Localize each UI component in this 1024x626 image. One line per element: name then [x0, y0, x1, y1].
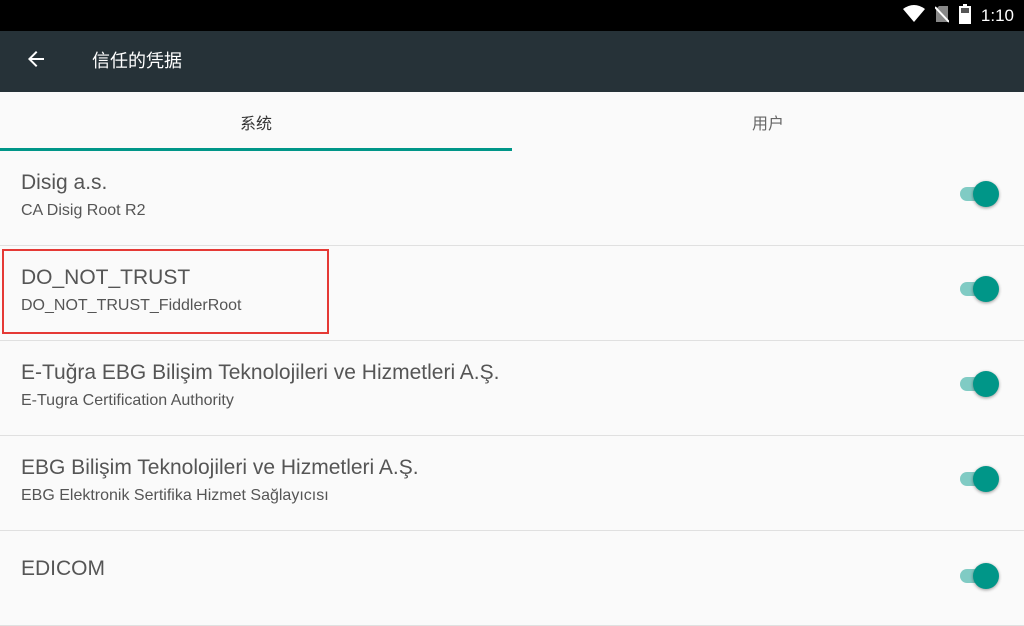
cert-toggle[interactable]: [960, 563, 999, 589]
cert-toggle[interactable]: [960, 466, 999, 492]
back-button[interactable]: [18, 43, 54, 79]
tab-user[interactable]: 用户: [512, 92, 1024, 151]
page-title: 信任的凭据: [92, 51, 182, 72]
cert-subtitle: EBG Elektronik Sertifika Hizmet Sağlayıc…: [21, 487, 329, 504]
no-sim-icon: [934, 5, 950, 27]
certificate-list: Disig a.s. CA Disig Root R2 DO_NOT_TRUST…: [0, 151, 1024, 626]
cert-title: Disig a.s.: [21, 171, 108, 194]
arrow-back-icon: [24, 47, 48, 75]
status-bar: 1:10: [0, 0, 1024, 31]
cert-subtitle: DO_NOT_TRUST_FiddlerRoot: [21, 297, 242, 314]
cert-toggle[interactable]: [960, 371, 999, 397]
cert-subtitle: CA Disig Root R2: [21, 202, 146, 219]
cert-toggle[interactable]: [960, 181, 999, 207]
cert-title: E-Tuğra EBG Bilişim Teknolojileri ve Hiz…: [21, 361, 500, 384]
cert-title: DO_NOT_TRUST: [21, 266, 191, 289]
cert-toggle[interactable]: [960, 276, 999, 302]
list-item-etugra[interactable]: E-Tuğra EBG Bilişim Teknolojileri ve Hiz…: [0, 341, 1024, 436]
tab-system[interactable]: 系统: [0, 92, 512, 151]
battery-icon: [958, 3, 971, 28]
list-item-disig[interactable]: Disig a.s. CA Disig Root R2: [0, 151, 1024, 246]
wifi-icon: [902, 4, 925, 27]
list-item-edicom[interactable]: EDICOM: [0, 531, 1024, 626]
cert-title: EBG Bilişim Teknolojileri ve Hizmetleri …: [21, 456, 419, 479]
status-time: 1:10: [980, 5, 1014, 25]
cert-subtitle: E-Tugra Certification Authority: [21, 392, 234, 409]
tab-bar: 系统 用户: [0, 92, 1024, 151]
list-item-ebg[interactable]: EBG Bilişim Teknolojileri ve Hizmetleri …: [0, 436, 1024, 531]
cert-title: EDICOM: [21, 557, 105, 580]
list-item-do-not-trust[interactable]: DO_NOT_TRUST DO_NOT_TRUST_FiddlerRoot: [0, 246, 1024, 341]
app-bar: 信任的凭据: [0, 31, 1024, 92]
